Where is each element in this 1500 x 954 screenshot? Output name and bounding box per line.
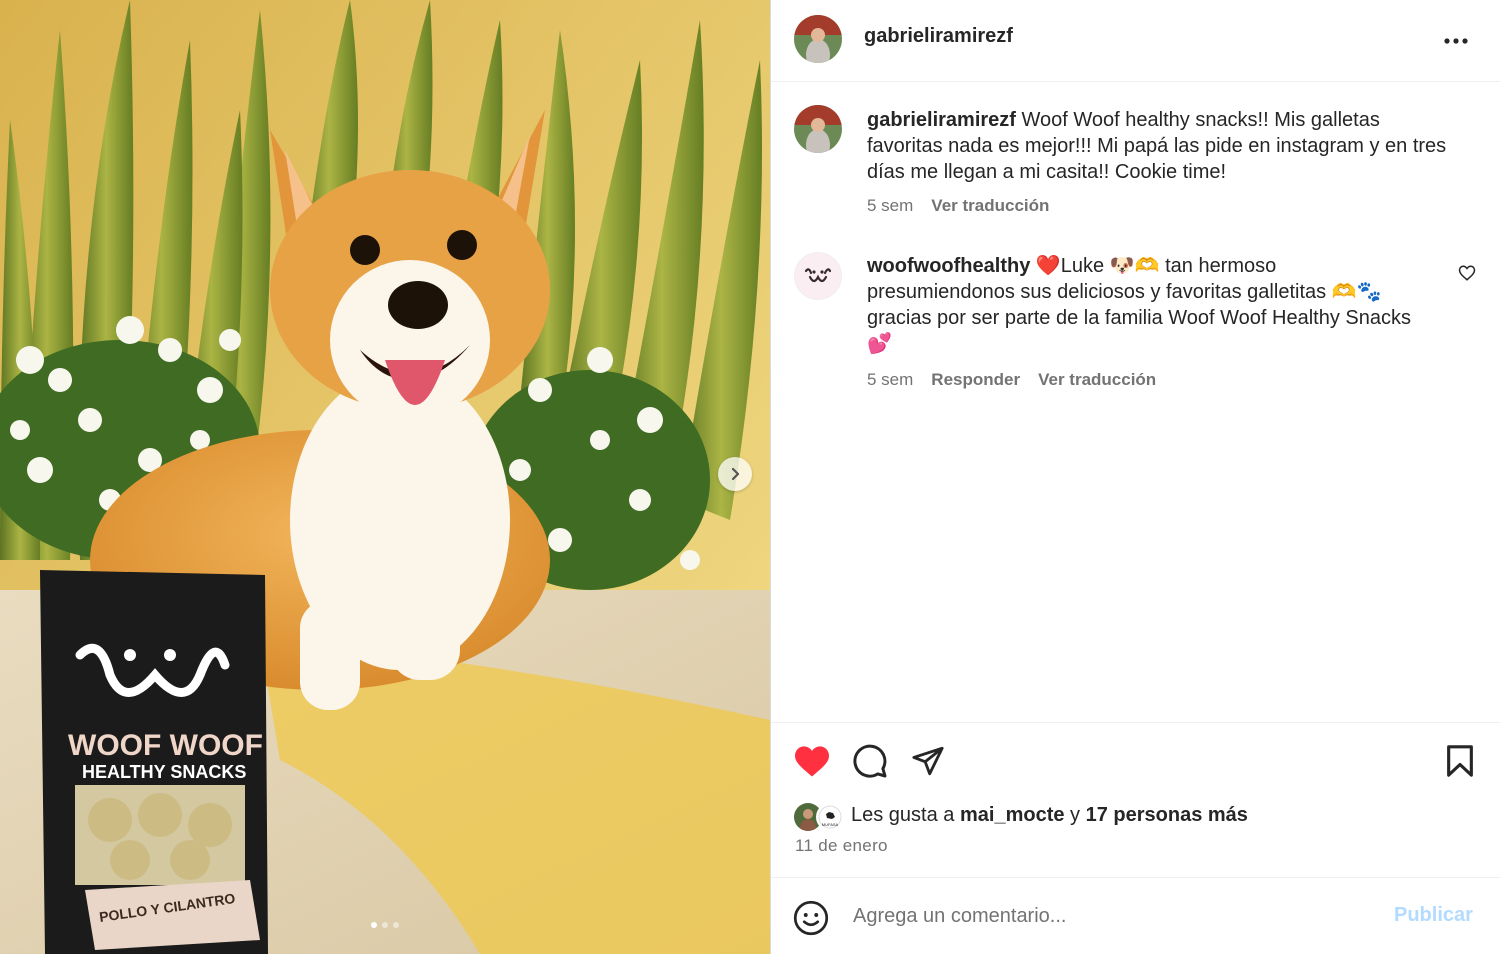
- svg-text:MUFASA: MUFASA: [822, 822, 839, 827]
- post-photo: WOOF WOOF HEALTHY SNACKS POLLO Y CILANTR…: [0, 0, 770, 954]
- comment-time[interactable]: 5 sem: [867, 370, 913, 390]
- caption-time[interactable]: 5 sem: [867, 196, 913, 216]
- heart-filled-icon: [795, 746, 829, 777]
- add-comment-input[interactable]: [851, 900, 1375, 932]
- post-actions: [771, 722, 1500, 723]
- share-button[interactable]: [911, 744, 945, 783]
- product-brand-text: WOOF WOOF: [68, 729, 263, 762]
- more-options-button[interactable]: [1443, 26, 1469, 46]
- carousel-next-button[interactable]: [718, 457, 752, 491]
- add-comment-bar: Publicar: [771, 877, 1500, 954]
- emoji-button[interactable]: [793, 900, 829, 941]
- publish-button[interactable]: Publicar: [1394, 904, 1473, 927]
- caption-author-avatar[interactable]: [794, 105, 842, 153]
- emoji-icon: [793, 900, 829, 936]
- author-avatar[interactable]: [794, 15, 842, 63]
- likes-others-link[interactable]: 17 personas más: [1086, 804, 1248, 826]
- bookmark-icon: [1447, 745, 1473, 777]
- likes-connector: y: [1070, 804, 1081, 826]
- comment-item: woofwoofhealthy ❤️Luke 🐶🫶 tan hermoso pr…: [867, 253, 1412, 357]
- carousel-dot: [393, 922, 399, 928]
- carousel-dot-active: [371, 922, 377, 928]
- comment-icon: [853, 744, 887, 778]
- comment-reply-link[interactable]: Responder: [931, 370, 1020, 390]
- post-caption: gabrieliramirezf Woof Woof healthy snack…: [867, 107, 1447, 185]
- caption-translate-link[interactable]: Ver traducción: [931, 196, 1049, 216]
- post-side-panel: gabrieliramirezf gabrieliramirezf Woof W…: [770, 0, 1500, 954]
- likes-prefix: Les gusta a: [851, 804, 955, 826]
- caption-meta: 5 sem Ver traducción: [867, 196, 1049, 216]
- liker-avatar-2[interactable]: MUFASA: [816, 803, 844, 831]
- heart-outline-icon: [1458, 265, 1476, 281]
- send-icon: [912, 746, 944, 776]
- comment-meta: 5 sem Responder Ver traducción: [867, 370, 1156, 390]
- more-icon: [1444, 38, 1468, 44]
- comment-button[interactable]: [852, 743, 888, 784]
- likes-user-link[interactable]: mai_mocte: [960, 804, 1065, 826]
- post-date[interactable]: 11 de enero: [795, 836, 888, 856]
- post-header: gabrieliramirezf: [771, 0, 1500, 82]
- carousel-dot: [382, 922, 388, 928]
- comment-like-button[interactable]: [1458, 264, 1476, 287]
- post-media[interactable]: WOOF WOOF HEALTHY SNACKS POLLO Y CILANTR…: [0, 0, 770, 954]
- chevron-right-icon: [731, 467, 740, 481]
- comment-translate-link[interactable]: Ver traducción: [1038, 370, 1156, 390]
- commenter-avatar[interactable]: [794, 252, 842, 300]
- caption-username[interactable]: gabrieliramirezf: [867, 109, 1016, 131]
- author-username[interactable]: gabrieliramirezf: [864, 25, 1013, 48]
- likes-summary: Les gusta a mai_mocte y 17 personas más: [851, 804, 1248, 827]
- like-button[interactable]: [793, 744, 831, 783]
- comment-username[interactable]: woofwoofhealthy: [867, 255, 1030, 277]
- carousel-dots: [0, 922, 770, 928]
- product-subbrand-text: HEALTHY SNACKS: [82, 762, 246, 782]
- save-button[interactable]: [1444, 744, 1476, 783]
